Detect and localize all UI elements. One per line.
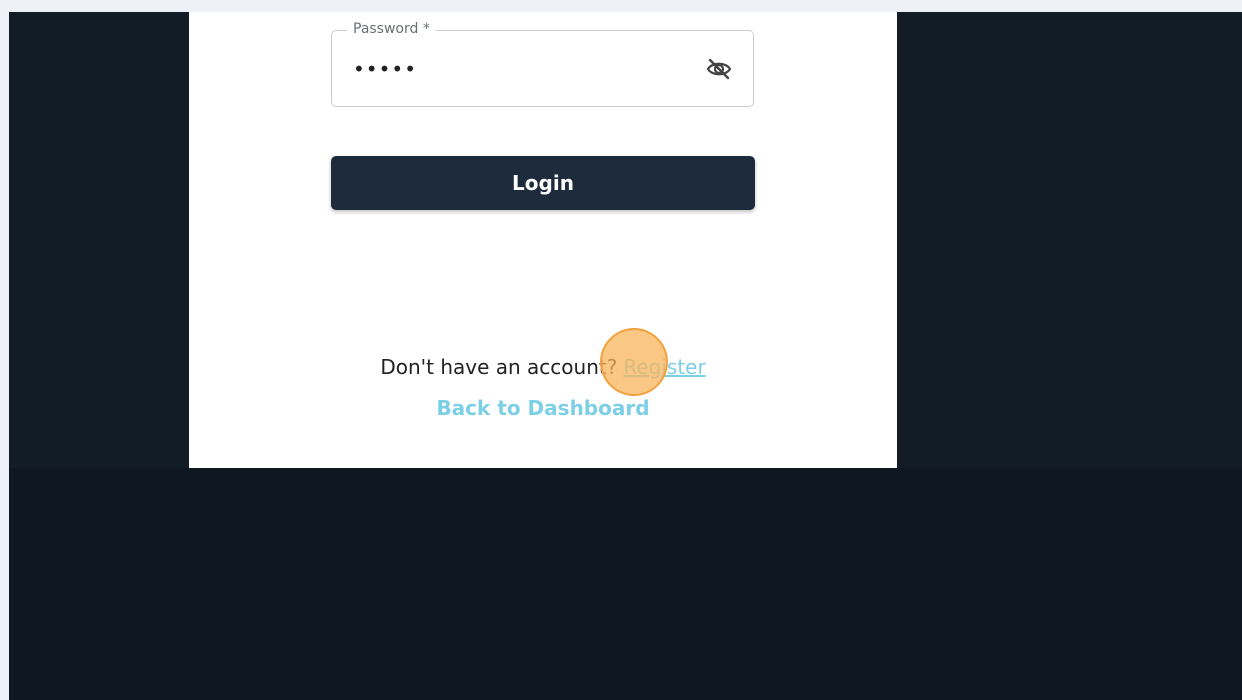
password-label: Password * — [347, 21, 436, 37]
register-prompt-text: Don't have an account? — [380, 355, 618, 379]
register-prompt-line: Don't have an account?Register — [189, 355, 897, 379]
eye-off-icon[interactable] — [705, 57, 733, 81]
password-input[interactable]: ••••• — [353, 57, 417, 81]
page-backdrop-lower — [9, 468, 1242, 700]
login-card: Password * ••••• Login Don't have an acc… — [189, 12, 897, 468]
click-highlight-marker — [600, 328, 668, 396]
password-field[interactable]: Password * ••••• — [331, 21, 754, 107]
login-button[interactable]: Login — [331, 156, 755, 210]
back-to-dashboard-link[interactable]: Back to Dashboard — [189, 396, 897, 420]
